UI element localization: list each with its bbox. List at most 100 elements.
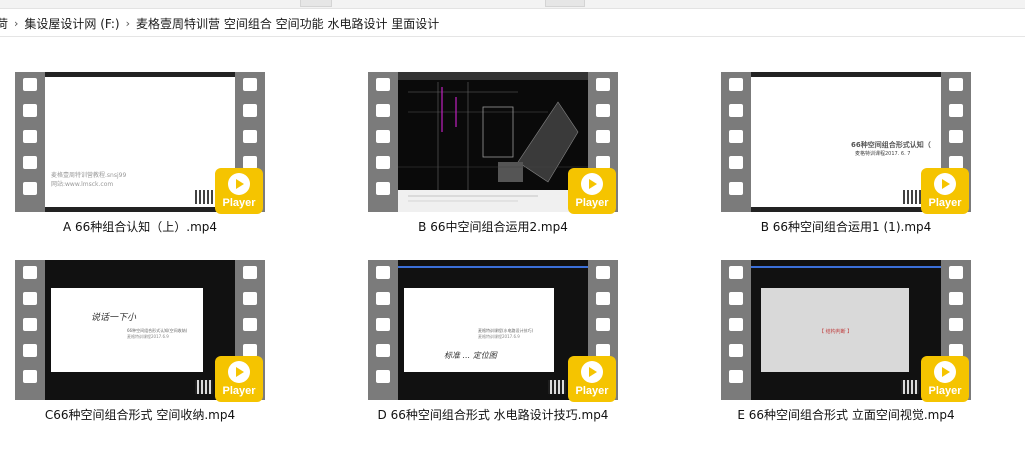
player-badge-label: Player	[222, 385, 256, 397]
video-frame: 麦格壹周特训营教程.snsj99 网站:www.lmsck.com	[45, 72, 235, 212]
film-hole	[23, 182, 37, 195]
film-hole	[376, 266, 390, 279]
player-badge-label: Player	[575, 385, 609, 397]
film-hole	[949, 266, 963, 279]
film-hole	[729, 156, 743, 169]
film-strip-left	[15, 260, 45, 400]
file-name[interactable]: A 66种组合认知（上）.mp4	[0, 218, 295, 235]
file-name[interactable]: E 66种空间组合形式 立面空间视觉.mp4	[691, 406, 1001, 423]
qr-code	[903, 190, 921, 204]
slide-title: 【 结构判断 】	[819, 329, 853, 335]
video-frame	[398, 72, 588, 212]
film-hole	[596, 318, 610, 331]
film-hole	[23, 370, 37, 383]
player-badge: Player	[215, 356, 263, 402]
film-hole	[23, 104, 37, 117]
slide-title: 66种空间组合形式认知（	[851, 141, 931, 149]
player-badge: Player	[215, 168, 263, 214]
film-hole	[23, 344, 37, 357]
file-name[interactable]: B 66中空间组合运用2.mp4	[338, 218, 648, 235]
film-hole	[729, 370, 743, 383]
film-hole	[376, 104, 390, 117]
tab-stub[interactable]	[545, 0, 585, 7]
chevron-right-icon: ›	[125, 16, 131, 30]
qr-code	[548, 380, 566, 394]
film-hole	[729, 182, 743, 195]
film-hole	[949, 130, 963, 143]
breadcrumb-item-drive[interactable]: 集设屋设计网 (F:)	[24, 15, 119, 32]
file-name[interactable]: B 66种空间组合运用1 (1).mp4	[691, 218, 1001, 235]
player-badge-label: Player	[222, 197, 256, 209]
qr-code	[195, 190, 213, 204]
video-thumbnail: 麦格壹周特训营教程.snsj99 网站:www.lmsck.com Player	[15, 72, 265, 214]
video-frame: 【 结构判断 】	[751, 260, 941, 400]
film-hole	[729, 78, 743, 91]
film-hole	[243, 104, 257, 117]
film-hole	[243, 130, 257, 143]
film-hole	[949, 104, 963, 117]
film-hole	[596, 292, 610, 305]
film-hole	[949, 78, 963, 91]
film-strip-left	[368, 260, 398, 400]
breadcrumb: 菏 › 集设屋设计网 (F:) › 麦格壹周特训营 空间组合 空间功能 水电路设…	[0, 10, 1025, 37]
film-hole	[729, 130, 743, 143]
film-hole	[949, 292, 963, 305]
film-strip-left	[15, 72, 45, 212]
slide-text: 麦格壹周特训营教程.snsj99 网站:www.lmsck.com	[51, 172, 127, 188]
film-hole	[376, 182, 390, 195]
film-hole	[23, 292, 37, 305]
slide-subtitle: 麦格特训课程2017. 6. 7	[855, 151, 911, 157]
film-hole	[949, 318, 963, 331]
video-thumbnail: 【 结构判断 】 Player	[721, 260, 971, 402]
film-hole	[23, 130, 37, 143]
film-hole	[243, 292, 257, 305]
film-hole	[729, 104, 743, 117]
breadcrumb-item[interactable]: 菏	[0, 15, 8, 32]
film-hole	[376, 130, 390, 143]
film-hole	[729, 292, 743, 305]
video-thumbnail: 麦格特训课程(水电路设计技巧) 麦格特训课程2017.6.9 标准 ... 定位…	[368, 260, 618, 402]
chevron-right-icon: ›	[14, 16, 19, 30]
player-badge: Player	[568, 356, 616, 402]
film-hole	[243, 78, 257, 91]
film-hole	[23, 156, 37, 169]
video-frame: 麦格特训课程(水电路设计技巧) 麦格特训课程2017.6.9 标准 ... 定位…	[398, 260, 588, 400]
slide: 说话一下小 66种空间组合形式认知(空间收纳) 麦格特训课程2017.6.9	[51, 288, 203, 372]
film-hole	[596, 266, 610, 279]
film-strip-left	[721, 72, 751, 212]
breadcrumb-item-folder[interactable]: 麦格壹周特训营 空间组合 空间功能 水电路设计 里面设计	[136, 15, 439, 32]
player-badge: Player	[921, 168, 969, 214]
film-hole	[376, 344, 390, 357]
film-hole	[243, 318, 257, 331]
file-name[interactable]: C66种空间组合形式 空间收纳.mp4	[0, 406, 295, 423]
slide: 麦格特训课程(水电路设计技巧) 麦格特训课程2017.6.9 标准 ... 定位…	[404, 288, 554, 372]
tab-strip	[0, 0, 1025, 9]
film-hole	[729, 318, 743, 331]
slide: 【 结构判断 】	[761, 288, 909, 372]
film-hole	[376, 156, 390, 169]
tab-stub[interactable]	[300, 0, 332, 7]
film-hole	[376, 78, 390, 91]
film-hole	[23, 318, 37, 331]
film-hole	[376, 292, 390, 305]
player-badge-label: Player	[575, 197, 609, 209]
video-frame: 说话一下小 66种空间组合形式认知(空间收纳) 麦格特训课程2017.6.9	[45, 260, 235, 400]
film-hole	[376, 370, 390, 383]
film-strip-left	[368, 72, 398, 212]
slide-handwriting: 说话一下小	[91, 313, 137, 323]
film-hole	[243, 266, 257, 279]
video-thumbnail: 说话一下小 66种空间组合形式认知(空间收纳) 麦格特训课程2017.6.9 P…	[15, 260, 265, 402]
file-name[interactable]: D 66种空间组合形式 水电路设计技巧.mp4	[338, 406, 648, 423]
video-thumbnail: 66种空间组合形式认知（ 麦格特训课程2017. 6. 7 Player	[721, 72, 971, 214]
film-hole	[729, 344, 743, 357]
video-thumbnail: Player	[368, 72, 618, 214]
film-hole	[729, 266, 743, 279]
slide-handwriting: 标准 ... 定位图	[444, 351, 497, 360]
player-badge-label: Player	[928, 197, 962, 209]
film-hole	[23, 78, 37, 91]
film-hole	[23, 266, 37, 279]
slide-subtitle: 麦格特训课程2017.6.9	[478, 334, 520, 339]
film-strip-left	[721, 260, 751, 400]
player-badge: Player	[568, 168, 616, 214]
film-hole	[596, 78, 610, 91]
